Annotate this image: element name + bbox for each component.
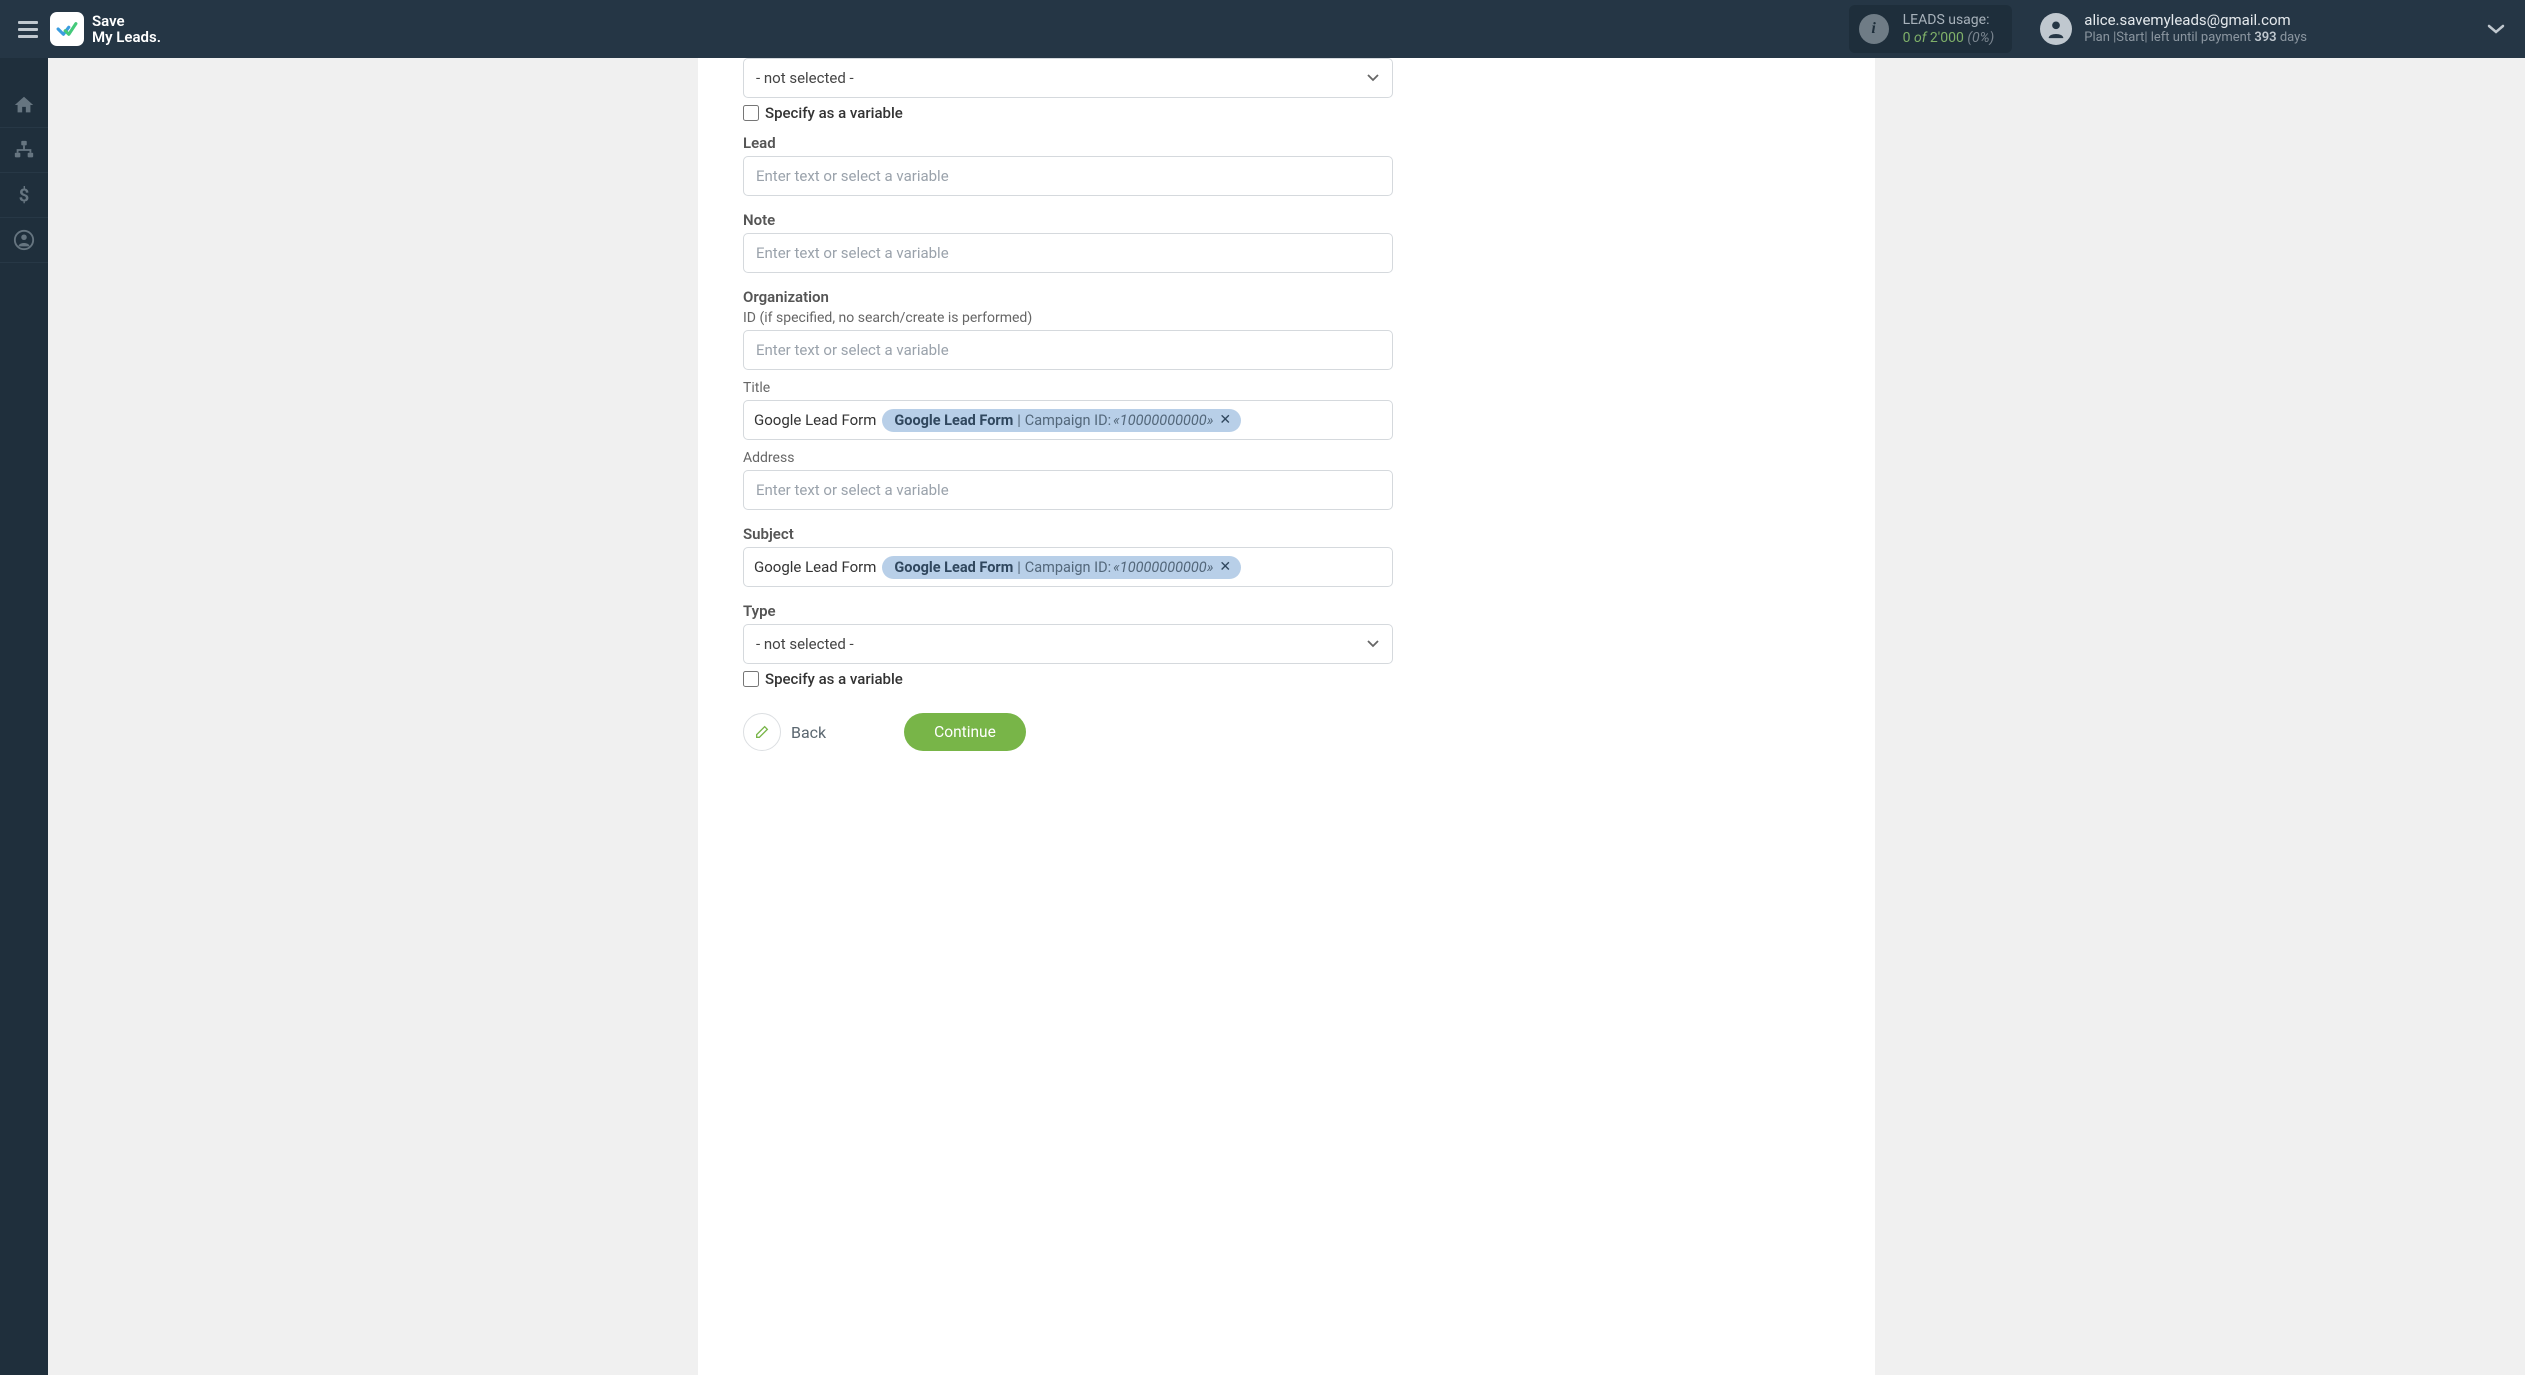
specify-variable-checkbox-2[interactable] [743,671,759,687]
content-card: - not selected - Specify as a variable L… [698,58,1875,1375]
organization-label: Organization [743,288,1393,306]
lead-input[interactable] [743,156,1393,196]
type-select-value: - not selected - [756,635,854,653]
organization-id-sublabel: ID (if specified, no search/create is pe… [743,310,1393,326]
account-email: alice.savemyleads@gmail.com [2084,11,2307,31]
sidebar-item-billing[interactable]: $ [0,173,48,218]
org-title-prefix: Google Lead Form [752,411,876,429]
specify-variable-label-2: Specify as a variable [765,670,903,688]
subject-label: Subject [743,525,1393,543]
org-address-label: Address [743,450,1393,466]
organization-id-input[interactable] [743,330,1393,370]
avatar-icon [2040,13,2072,45]
org-title-tag-remove[interactable]: ✕ [1219,412,1231,428]
pencil-icon [754,724,770,740]
account-plan: Plan |Start| left until payment 393 days [2084,30,2307,47]
note-input[interactable] [743,233,1393,273]
dollar-icon: $ [13,184,35,206]
user-circle-icon [13,229,35,251]
sitemap-icon [13,139,35,161]
pipeline-select-value: - not selected - [756,69,854,87]
chevron-down-icon [2487,23,2505,35]
sidebar-item-home[interactable] [0,83,48,128]
sidebar-item-account[interactable] [0,218,48,263]
account-block[interactable]: alice.savemyleads@gmail.com Plan |Start|… [2040,11,2307,47]
info-icon: i [1859,14,1889,44]
app-header: Save My Leads. i LEADS usage: 0 of 2'000… [0,0,2525,58]
sidebar: $ [0,58,48,1375]
back-button[interactable]: Back [791,723,826,742]
chevron-down-icon [1366,635,1380,653]
app-logo[interactable]: Save My Leads. [50,12,161,46]
org-title-label: Title [743,380,1393,396]
user-icon [2045,18,2067,40]
org-address-input[interactable] [743,470,1393,510]
logo-text: Save My Leads. [92,13,161,46]
type-label: Type [743,602,1393,620]
lead-label: Lead [743,134,1393,152]
pipeline-select[interactable]: - not selected - [743,58,1393,98]
continue-button[interactable]: Continue [904,713,1026,751]
account-chevron[interactable] [2307,20,2505,39]
subject-prefix: Google Lead Form [752,558,876,576]
type-select[interactable]: - not selected - [743,624,1393,664]
org-title-tag: Google Lead Form | Campaign ID: «1000000… [882,409,1241,432]
main-area: - not selected - Specify as a variable L… [48,58,2525,1375]
specify-variable-checkbox-1[interactable] [743,105,759,121]
check-icon [56,21,78,37]
sidebar-item-connections[interactable] [0,128,48,173]
menu-toggle-button[interactable] [8,9,48,49]
subject-input[interactable]: Google Lead Form Google Lead Form | Camp… [743,547,1393,587]
chevron-down-icon [1366,69,1380,87]
usage-values: 0 of 2'000 (0%) [1903,29,1995,47]
svg-text:$: $ [19,185,30,206]
org-title-input[interactable]: Google Lead Form Google Lead Form | Camp… [743,400,1393,440]
action-row: Back Continue [743,713,1393,751]
usage-title: LEADS usage: [1903,11,1995,29]
subject-tag: Google Lead Form | Campaign ID: «1000000… [882,556,1241,579]
hamburger-icon [18,21,38,38]
subject-tag-remove[interactable]: ✕ [1219,559,1231,575]
home-icon [13,94,35,116]
specify-variable-label-1: Specify as a variable [765,104,903,122]
back-button-icon[interactable] [743,713,781,751]
logo-icon [50,12,84,46]
leads-usage-box[interactable]: i LEADS usage: 0 of 2'000 (0%) [1849,5,2013,53]
note-label: Note [743,211,1393,229]
